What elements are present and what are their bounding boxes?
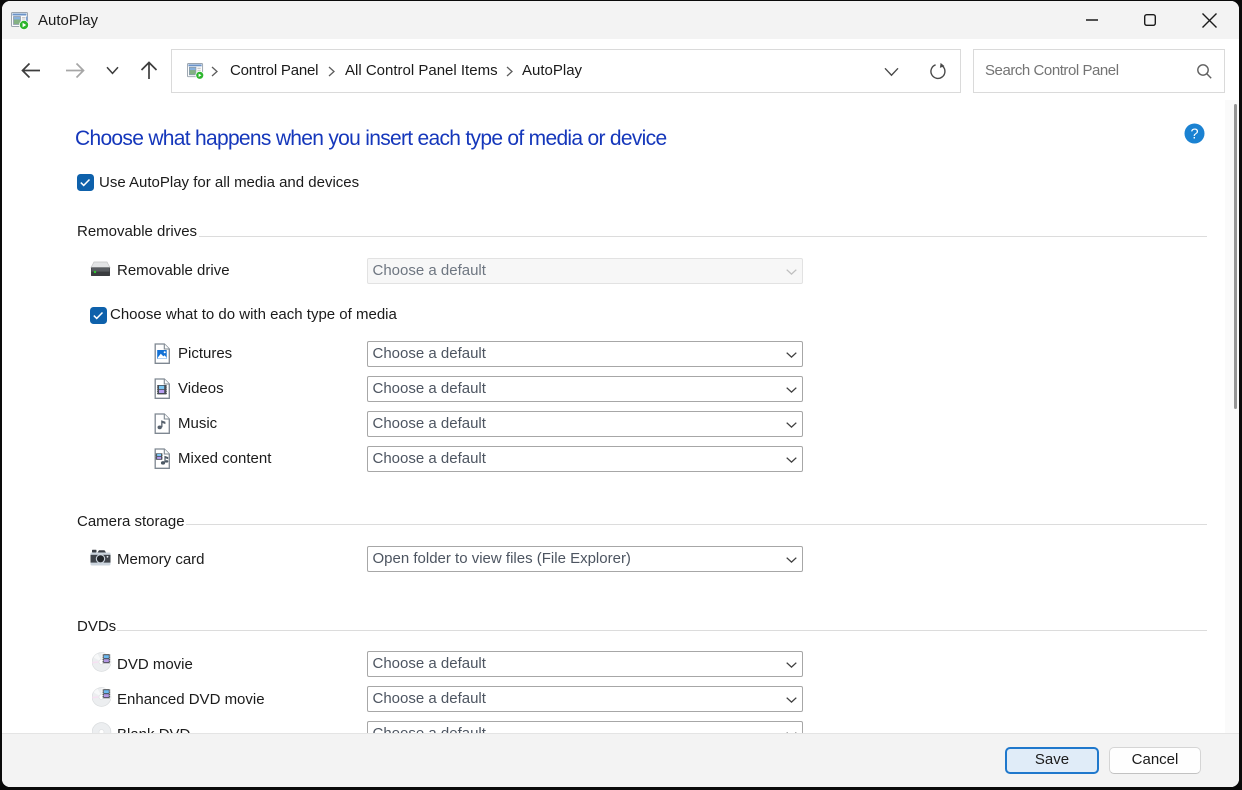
- svg-text:?: ?: [1191, 126, 1199, 142]
